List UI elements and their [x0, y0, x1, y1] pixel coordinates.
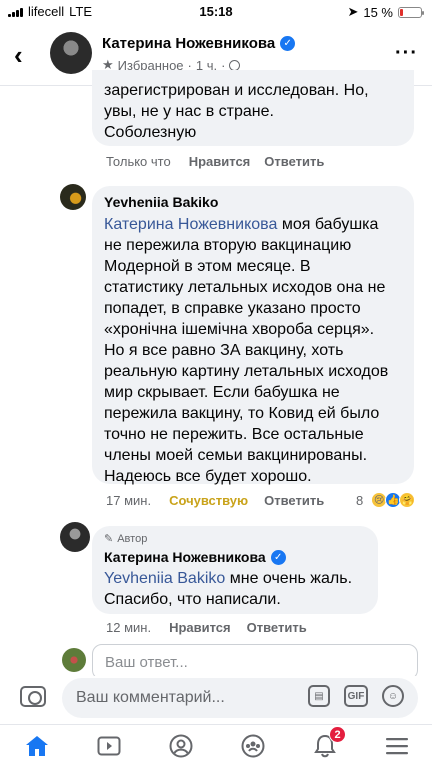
mention-link[interactable]: Yevheniia Bakiko: [104, 570, 225, 587]
bottom-nav: 2: [0, 724, 432, 768]
comment-text: Yevheniia Bakiko мне очень жаль. Спасибо…: [104, 568, 366, 610]
gif-icon[interactable]: GIF: [344, 685, 368, 707]
more-options-icon[interactable]: ···: [395, 42, 418, 65]
comment-input-placeholder: Ваш комментарий...: [76, 689, 225, 706]
comment-text: Катерина Ножевникова моя бабушка не пере…: [104, 214, 402, 487]
pen-icon: ✎: [104, 533, 114, 545]
commenter-name[interactable]: Катерина Ножевникова ✓: [104, 549, 366, 565]
globe-icon: [229, 59, 241, 71]
gif-label: GIF: [347, 690, 365, 702]
reaction-count: 8: [356, 492, 364, 508]
watch-icon[interactable]: [96, 733, 122, 759]
verified-badge-icon: ✓: [270, 549, 286, 565]
comment-actions: 17 мин. Сочувствую Ответить: [106, 493, 324, 508]
author-avatar[interactable]: [50, 32, 92, 74]
comment-bubble: ✎ Автор Катерина Ножевникова ✓ Yevheniia…: [92, 526, 378, 614]
reply-button[interactable]: Ответить: [247, 620, 307, 635]
like-button[interactable]: Нравится: [189, 154, 251, 169]
reply-button[interactable]: Ответить: [264, 493, 324, 508]
reply-input[interactable]: Ваш ответ...: [92, 644, 418, 680]
comment-time[interactable]: Только что: [106, 154, 171, 169]
groups-icon[interactable]: [240, 733, 266, 759]
author-name[interactable]: Катерина Ножевникова ✓: [102, 35, 296, 52]
camera-icon[interactable]: [20, 686, 46, 707]
status-bar: lifecell LTE 15:18 ➤ 15 %: [0, 0, 432, 24]
profile-icon[interactable]: [168, 733, 194, 759]
menu-icon[interactable]: [384, 733, 410, 759]
sticker-icon[interactable]: ▤: [308, 685, 330, 707]
home-icon[interactable]: [24, 733, 50, 759]
emoji-icon[interactable]: ☺: [382, 685, 404, 707]
author-badge-label: Автор: [117, 532, 148, 545]
location-icon: ➤: [347, 4, 359, 19]
comment-bubble: зарегистрирован и исследован. Но, увы, н…: [92, 70, 414, 146]
comment-actions: Только что Нравится Ответить: [106, 154, 324, 169]
battery-percent: 15 %: [363, 4, 393, 20]
battery-icon: [398, 6, 424, 18]
comment-time[interactable]: 12 мин.: [106, 620, 151, 635]
like-button[interactable]: Нравится: [169, 620, 231, 635]
comment-bubble: Yevheniia Bakiko Катерина Ножевникова мо…: [92, 186, 414, 487]
back-arrow-icon[interactable]: ‹: [14, 40, 23, 71]
mention-link[interactable]: Катерина Ножевникова: [104, 216, 277, 233]
reply-button[interactable]: Ответить: [264, 154, 324, 169]
status-right: ➤ 15 %: [347, 4, 424, 20]
comment-actions: 12 мин. Нравится Ответить: [106, 620, 307, 635]
comment-composer: Ваш комментарий... ▤ GIF ☺: [0, 676, 432, 724]
notification-badge: 2: [329, 726, 346, 743]
commenter-name[interactable]: Yevheniia Bakiko: [104, 194, 402, 210]
comment-text: зарегистрирован и исследован. Но, увы, н…: [104, 82, 369, 141]
author-name-text: Катерина Ножевникова: [102, 35, 276, 52]
verified-badge-icon: ✓: [280, 36, 296, 51]
comment-body: моя бабушка не пережила вторую вакцинаци…: [104, 216, 389, 485]
avatar[interactable]: [60, 522, 90, 552]
avatar: [62, 648, 86, 672]
reaction-summary[interactable]: 8 😢 👍 🤗: [356, 492, 416, 508]
avatar[interactable]: [60, 184, 86, 210]
battery-level: [400, 8, 403, 16]
care-reaction-button[interactable]: Сочувствую: [169, 493, 248, 508]
comment-time[interactable]: 17 мин.: [106, 493, 151, 508]
commenter-name-text: Катерина Ножевникова: [104, 549, 266, 565]
notifications-icon[interactable]: 2: [312, 726, 346, 759]
care-reaction-icon: 🤗: [399, 492, 416, 508]
author-badge: ✎ Автор: [104, 532, 366, 546]
